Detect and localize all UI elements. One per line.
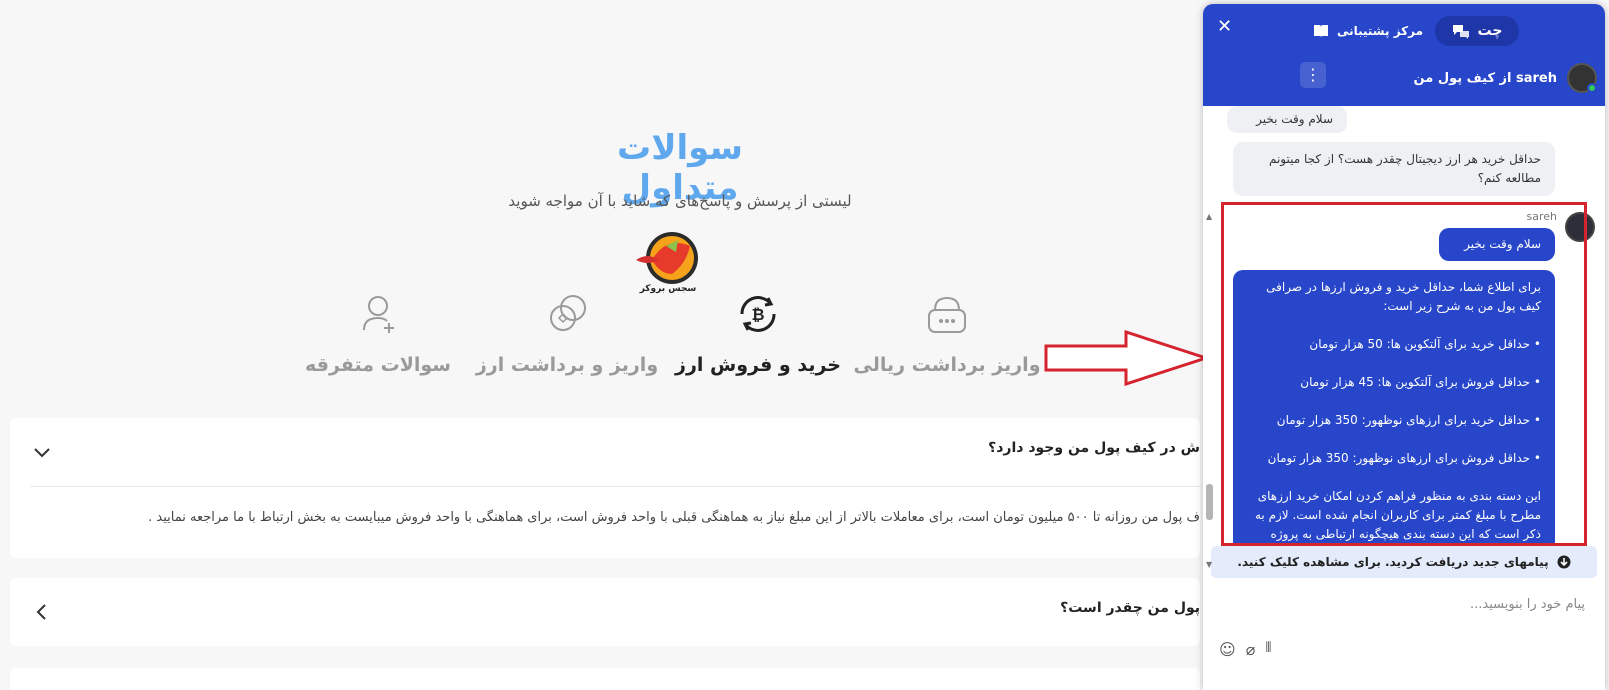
- faq-item-expanded[interactable]: ش در کیف پول من وجود دارد؟ ف پول من روزا…: [10, 418, 1200, 558]
- scroll-down-icon[interactable]: ▼: [1206, 560, 1212, 569]
- chevron-left-icon[interactable]: [30, 600, 54, 624]
- book-icon: [1313, 25, 1328, 37]
- category-crypto-transfer-label: واریز و برداشت ارز: [475, 354, 659, 376]
- category-rial-transfer[interactable]: واریز برداشت ریالی: [847, 290, 1047, 376]
- chat-bubbles-icon: [1452, 25, 1469, 39]
- faq-question[interactable]: پول من چقدر است؟: [1060, 600, 1200, 616]
- user-question-bubble: حداقل خرید هر ارز دیجیتال چقدر هست؟ از ک…: [1233, 142, 1555, 196]
- scroll-thumb[interactable]: [1206, 484, 1213, 520]
- bitcoin-exchange-icon: ₿: [740, 296, 776, 332]
- category-buy-sell[interactable]: ₿ خرید و فروش ارز: [658, 290, 858, 376]
- tab-chat[interactable]: چت: [1435, 16, 1519, 46]
- agent-avatar: [1567, 63, 1597, 93]
- close-icon[interactable]: ✕: [1217, 16, 1232, 37]
- category-buy-sell-label: خرید و فروش ارز: [675, 354, 841, 376]
- category-misc-label: سوالات متفرقه: [305, 354, 451, 376]
- voice-icon[interactable]: ⦀: [1265, 640, 1271, 659]
- chat-widget: ✕ چت مرکز پشتیبانی ⋮ sareh از کیف پول من…: [1203, 4, 1605, 690]
- svg-text:₿: ₿: [751, 305, 764, 324]
- faq-item-collapsed[interactable]: پول من چقدر است؟: [10, 578, 1200, 646]
- emoji-icon[interactable]: ☺: [1219, 640, 1236, 659]
- user-plus-icon: [363, 296, 394, 333]
- message-list[interactable]: سلام وقت بخیر حداقل خرید هر ارز دیجیتال …: [1203, 106, 1605, 546]
- faq-subtitle: لیستی از پرسش و پاسخ‌های که شاید با آن م…: [508, 192, 852, 210]
- category-crypto-transfer[interactable]: واریز و برداشت ارز: [467, 290, 667, 376]
- new-messages-text: پیامهای جدید دریافت کردید. برای مشاهده ک…: [1237, 555, 1549, 569]
- tab-support-center[interactable]: مرکز پشتیبانی: [1303, 16, 1433, 46]
- chat-tab-label: چت: [1477, 23, 1503, 39]
- attachment-icon[interactable]: ⌀: [1246, 640, 1256, 659]
- faq-answer: ف پول من روزانه تا ۵۰۰ میلیون تومان است،…: [148, 510, 1200, 525]
- message-input[interactable]: [1245, 592, 1585, 616]
- red-arrow-annotation: [1044, 330, 1210, 386]
- new-messages-bar[interactable]: پیامهای جدید دریافت کردید. برای مشاهده ک…: [1211, 546, 1597, 578]
- faq-question[interactable]: ش در کیف پول من وجود دارد؟: [988, 440, 1200, 456]
- chat-header: ✕ چت مرکز پشتیبانی ⋮ sareh از کیف پول من: [1203, 4, 1605, 106]
- user-greeting-bubble: سلام وقت بخیر: [1227, 106, 1347, 133]
- wallet-icon: [928, 296, 966, 333]
- chat-scrollbar[interactable]: ▲ ▼: [1203, 108, 1215, 569]
- divider: [30, 486, 1200, 487]
- composer-tools: ☺ ⌀ ⦀: [1219, 640, 1272, 659]
- category-rial-transfer-label: واریز برداشت ریالی: [853, 354, 1041, 376]
- coins-icon: [550, 295, 586, 331]
- agent-info: sareh از کیف پول من: [1307, 62, 1597, 94]
- category-misc[interactable]: سوالات متفرقه: [278, 290, 478, 376]
- scroll-up-icon[interactable]: ▲: [1206, 212, 1212, 221]
- highlight-box-annotation: [1221, 202, 1587, 546]
- message-input-area: [1203, 584, 1605, 624]
- online-status-dot: [1587, 83, 1597, 93]
- chevron-down-icon[interactable]: [30, 440, 54, 464]
- support-tab-label: مرکز پشتیبانی: [1336, 24, 1424, 38]
- faq-item-partial[interactable]: [10, 668, 1200, 690]
- arrow-down-circle-icon: [1557, 555, 1571, 569]
- agent-name: sareh از کیف پول من: [1413, 70, 1557, 86]
